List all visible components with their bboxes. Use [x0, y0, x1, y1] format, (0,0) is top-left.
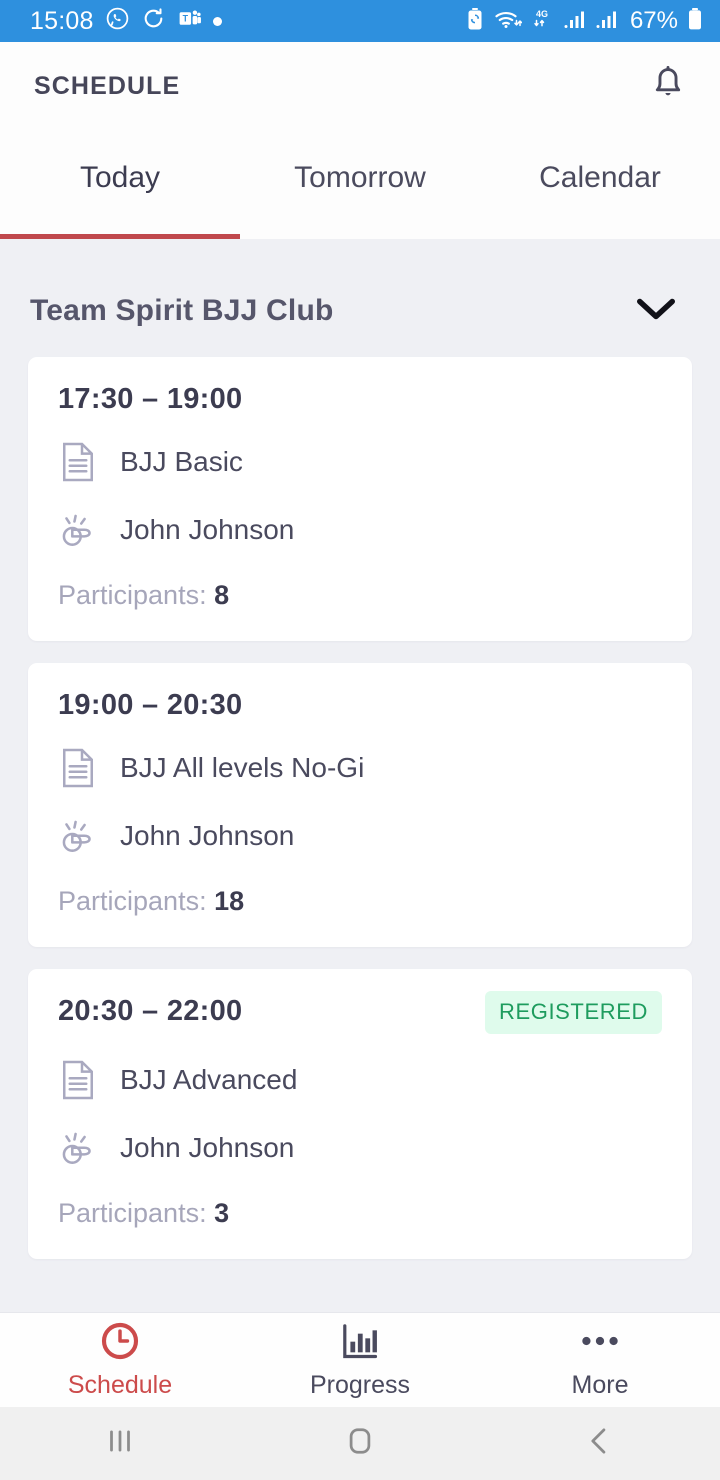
home-icon: [343, 1424, 377, 1463]
recents-button[interactable]: [0, 1424, 240, 1463]
tab-calendar-label: Calendar: [539, 161, 661, 194]
class-time: 17:30 – 19:00: [58, 383, 243, 415]
class-card[interactable]: 20:30 – 22:00 REGISTERED BJJ Advanced Jo…: [28, 969, 692, 1259]
signal-sim1-icon: [564, 8, 588, 35]
tab-bar: Today Tomorrow Calendar: [0, 131, 720, 239]
participants-label: Participants:: [58, 1198, 207, 1228]
schedule-list: Team Spirit BJJ Club 17:30 – 19:00 BJJ B…: [0, 239, 720, 1312]
participants-label: Participants:: [58, 580, 207, 610]
signal-sim2-icon: [596, 8, 620, 35]
status-badge: REGISTERED: [484, 991, 662, 1034]
bottom-navigation: Schedule Progress More: [0, 1312, 720, 1407]
class-title: BJJ Basic: [120, 446, 243, 477]
dot-indicator-icon: [212, 16, 222, 26]
bell-icon: [651, 65, 685, 107]
nav-item-progress[interactable]: Progress: [240, 1320, 480, 1400]
class-instructor: John Johnson: [120, 1132, 295, 1163]
class-card-header: 19:00 – 20:30: [58, 689, 662, 722]
class-card[interactable]: 19:00 – 20:30 BJJ All levels No-Gi John …: [28, 663, 692, 947]
battery-icon: [686, 7, 704, 36]
recents-icon: [103, 1424, 137, 1463]
tab-tomorrow-label: Tomorrow: [294, 161, 426, 194]
club-expand-button[interactable]: [630, 291, 682, 331]
participants-row: Participants: 18: [58, 886, 662, 917]
participants-count: 18: [214, 886, 245, 916]
nav-item-schedule-label: Schedule: [67, 1371, 173, 1399]
sync-icon: [141, 6, 166, 36]
ellipsis-icon: [578, 1320, 622, 1362]
class-instructor-row: John Johnson: [58, 1126, 662, 1170]
page-title: SCHEDULE: [34, 72, 181, 100]
class-card[interactable]: 17:30 – 19:00 BJJ Basic John Johnson Par…: [28, 357, 692, 641]
battery-percent-label: 67%: [629, 7, 678, 34]
participants-count: 3: [214, 1198, 230, 1228]
tab-active-indicator: [0, 234, 240, 239]
clock-icon: [100, 1320, 140, 1362]
nav-item-more[interactable]: More: [480, 1320, 720, 1400]
svg-text:T: T: [182, 14, 188, 24]
class-instructor: John Johnson: [120, 820, 295, 851]
document-icon: [58, 746, 98, 790]
class-card-header: 20:30 – 22:00 REGISTERED: [58, 991, 662, 1034]
teams-icon: T: [177, 6, 202, 36]
nav-item-progress-label: Progress: [309, 1371, 411, 1399]
class-instructor-row: John Johnson: [58, 814, 662, 858]
nav-item-more-label: More: [571, 1371, 629, 1399]
app-bar: SCHEDULE: [0, 42, 720, 131]
participants-label: Participants:: [58, 886, 207, 916]
class-instructor-row: John Johnson: [58, 508, 662, 552]
whistle-icon: [58, 508, 98, 552]
participants-row: Participants: 3: [58, 1198, 662, 1229]
system-navigation-bar: [0, 1407, 720, 1480]
svg-text:4G: 4G: [536, 9, 548, 19]
document-icon: [58, 440, 98, 484]
tab-today-label: Today: [79, 161, 161, 194]
mobile-data-4g-icon: 4G: [530, 7, 556, 36]
back-button[interactable]: [480, 1424, 720, 1463]
whistle-icon: [58, 1126, 98, 1170]
tab-tomorrow[interactable]: Tomorrow: [240, 131, 480, 239]
battery-saver-icon: [464, 7, 486, 36]
class-time: 20:30 – 22:00: [58, 995, 243, 1027]
whatsapp-icon: [105, 6, 130, 36]
notifications-button[interactable]: [644, 63, 692, 111]
status-bar-right: 4G 67%: [464, 7, 704, 36]
chevron-down-icon: [636, 296, 676, 327]
home-button[interactable]: [240, 1424, 480, 1463]
class-title-row: BJJ Basic: [58, 440, 662, 484]
tab-calendar[interactable]: Calendar: [480, 131, 720, 239]
whistle-icon: [58, 814, 98, 858]
status-bar-clock: 15:08: [30, 6, 94, 35]
class-title: BJJ Advanced: [120, 1064, 298, 1095]
status-bar-left: 15:08 T: [30, 6, 222, 36]
class-title-row: BJJ All levels No-Gi: [58, 746, 662, 790]
class-title: BJJ All levels No-Gi: [120, 752, 365, 783]
tab-today[interactable]: Today: [0, 131, 240, 239]
app-screen: 15:08 T 4G 67% SCHEDULE Today Tomorrow C…: [0, 0, 720, 1480]
participants-count: 8: [214, 580, 230, 610]
class-card-header: 17:30 – 19:00: [58, 383, 662, 416]
nav-item-schedule[interactable]: Schedule: [0, 1320, 240, 1400]
document-icon: [58, 1058, 98, 1102]
club-name-label: Team Spirit BJJ Club: [30, 294, 334, 327]
class-instructor: John Johnson: [120, 514, 295, 545]
class-title-row: BJJ Advanced: [58, 1058, 662, 1102]
club-selector[interactable]: Team Spirit BJJ Club: [0, 239, 720, 357]
class-time: 19:00 – 20:30: [58, 689, 243, 721]
participants-row: Participants: 8: [58, 580, 662, 611]
wifi-icon: [494, 7, 523, 36]
status-bar: 15:08 T 4G 67%: [0, 0, 720, 42]
back-icon: [583, 1424, 617, 1463]
bar-chart-icon: [340, 1320, 380, 1362]
